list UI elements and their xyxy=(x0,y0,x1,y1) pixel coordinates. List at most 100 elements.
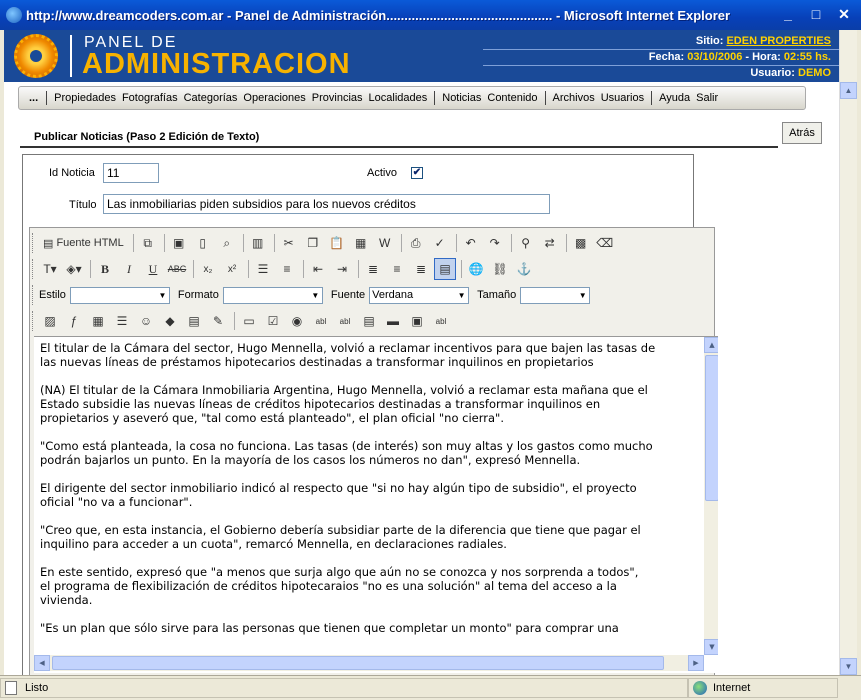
textarea-icon[interactable]: abl xyxy=(334,310,356,332)
logo-title: ADMINISTRACION xyxy=(82,48,351,80)
italic-icon[interactable]: I xyxy=(118,258,140,280)
scroll-up-icon[interactable]: ▲ xyxy=(704,337,718,353)
nav-item-localidades[interactable]: Localidades xyxy=(366,92,431,104)
indent-icon[interactable]: ⇥ xyxy=(331,258,353,280)
outdent-icon[interactable]: ⇤ xyxy=(307,258,329,280)
image-icon[interactable]: ▨ xyxy=(39,310,61,332)
subscript-icon[interactable]: x₂ xyxy=(197,258,219,280)
align-justify-icon[interactable]: ▤ xyxy=(434,258,456,280)
scroll-down-icon[interactable]: ▼ xyxy=(840,658,857,675)
radio-icon[interactable]: ◉ xyxy=(286,310,308,332)
form-icon[interactable]: ▭ xyxy=(238,310,260,332)
preview-icon[interactable]: ⧉ xyxy=(137,232,159,254)
scroll-thumb[interactable] xyxy=(705,355,718,501)
special-char-icon[interactable]: ◆ xyxy=(159,310,181,332)
formato-select[interactable]: ▼ xyxy=(222,286,323,304)
select-all-icon[interactable]: ▩ xyxy=(570,232,592,254)
paragraph: El titular de la Cámara del sector, Hugo… xyxy=(40,341,656,369)
editor-content[interactable]: El titular de la Cámara del sector, Hugo… xyxy=(34,336,718,673)
flash-icon[interactable]: ƒ xyxy=(63,310,85,332)
checkbox-icon[interactable]: ☑ xyxy=(262,310,284,332)
new-page-icon[interactable]: ▯ xyxy=(192,232,214,254)
superscript-icon[interactable]: x² xyxy=(221,258,243,280)
image-button-icon[interactable]: ▣ xyxy=(406,310,428,332)
smiley-icon[interactable]: ☺ xyxy=(135,310,157,332)
scroll-right-icon[interactable]: ▶ xyxy=(688,655,704,671)
back-button[interactable]: Atrás xyxy=(782,122,822,144)
source-html-button[interactable]: ▤ Fuente HTML xyxy=(39,232,128,254)
usuario-label: Usuario: xyxy=(750,67,795,79)
paste-text-icon[interactable]: ▦ xyxy=(350,232,372,254)
scroll-thumb[interactable] xyxy=(52,656,664,670)
main-nav: ... Propiedades Fotografías Categorías O… xyxy=(18,86,806,110)
redo-icon[interactable]: ↷ xyxy=(484,232,506,254)
print-icon[interactable]: ⎙ xyxy=(405,232,427,254)
text-color-icon[interactable]: T▾ xyxy=(39,258,61,280)
cut-icon[interactable]: ✂ xyxy=(278,232,300,254)
nav-item-fotografias[interactable]: Fotografías xyxy=(119,92,181,104)
sitio-link[interactable]: EDEN PROPERTIES xyxy=(726,35,831,47)
paste-icon[interactable]: 📋 xyxy=(326,232,348,254)
save-icon[interactable]: ▣ xyxy=(168,232,190,254)
nav-item-provincias[interactable]: Provincias xyxy=(309,92,366,104)
undo-icon[interactable]: ↶ xyxy=(460,232,482,254)
close-button[interactable]: ✕ xyxy=(833,4,855,25)
nav-item-operaciones[interactable]: Operaciones xyxy=(240,92,308,104)
align-right-icon[interactable]: ≣ xyxy=(410,258,432,280)
minimize-button[interactable]: _ xyxy=(777,4,799,25)
nav-item-salir[interactable]: Salir xyxy=(693,92,721,104)
underline-icon[interactable]: U xyxy=(142,258,164,280)
bold-icon[interactable]: B xyxy=(94,258,116,280)
universal-key-icon[interactable]: ✎ xyxy=(207,310,229,332)
titulo-field[interactable] xyxy=(103,194,550,214)
nav-item-propiedades[interactable]: Propiedades xyxy=(51,92,119,104)
print-preview-icon[interactable]: ⌕ xyxy=(216,232,238,254)
nav-item-archivos[interactable]: Archivos xyxy=(550,92,598,104)
find-icon[interactable]: ⚲ xyxy=(515,232,537,254)
estilo-select[interactable]: ▼ xyxy=(69,286,170,304)
id-field[interactable] xyxy=(103,163,159,183)
replace-icon[interactable]: ⇄ xyxy=(539,232,561,254)
editor-vertical-scrollbar[interactable]: ▲ ▼ xyxy=(704,337,718,655)
admin-header: PANEL DE ADMINISTRACION Sitio: EDEN PROP… xyxy=(4,30,839,82)
spellcheck-icon[interactable]: ✓ xyxy=(429,232,451,254)
paste-word-icon[interactable]: W xyxy=(374,232,396,254)
copy-icon[interactable]: ❐ xyxy=(302,232,324,254)
editor-horizontal-scrollbar[interactable]: ◀ ▶ xyxy=(34,655,704,671)
bulleted-list-icon[interactable]: ≡ xyxy=(276,258,298,280)
numbered-list-icon[interactable]: ☰ xyxy=(252,258,274,280)
remove-format-icon[interactable]: ⌫ xyxy=(594,232,616,254)
fuente-select[interactable]: Verdana ▼ xyxy=(369,286,470,304)
align-left-icon[interactable]: ≣ xyxy=(362,258,384,280)
nav-more[interactable]: ... xyxy=(25,92,42,104)
nav-item-usuarios[interactable]: Usuarios xyxy=(598,92,647,104)
nav-item-noticias[interactable]: Noticias xyxy=(439,92,484,104)
scroll-up-icon[interactable]: ▲ xyxy=(840,82,857,99)
anchor-icon[interactable]: ⚓ xyxy=(513,258,535,280)
table-icon[interactable]: ▦ xyxy=(87,310,109,332)
tamano-select[interactable]: ▼ xyxy=(520,286,591,304)
page-break-icon[interactable]: ▤ xyxy=(183,310,205,332)
select-field-icon[interactable]: ▤ xyxy=(358,310,380,332)
estilo-label: Estilo xyxy=(39,289,66,301)
nav-item-ayuda[interactable]: Ayuda xyxy=(656,92,693,104)
maximize-button[interactable]: □ xyxy=(805,4,827,25)
textfield-icon[interactable]: abl xyxy=(310,310,332,332)
activo-checkbox[interactable]: ✔ xyxy=(411,167,423,179)
link-icon[interactable]: 🌐 xyxy=(465,258,487,280)
bg-color-icon[interactable]: ◈▾ xyxy=(63,258,85,280)
unlink-icon[interactable]: ⛓ xyxy=(489,258,511,280)
templates-icon[interactable]: ▥ xyxy=(247,232,269,254)
strikethrough-icon[interactable]: ABC xyxy=(166,258,188,280)
nav-item-categorias[interactable]: Categorías xyxy=(181,92,241,104)
hidden-field-icon[interactable]: abl xyxy=(430,310,452,332)
button-field-icon[interactable]: ▬ xyxy=(382,310,404,332)
page-vertical-scrollbar[interactable]: ▲ ▼ xyxy=(839,30,857,675)
source-label: Fuente HTML xyxy=(56,237,124,249)
logo-divider xyxy=(70,35,72,77)
horizontal-rule-icon[interactable]: ☰ xyxy=(111,310,133,332)
nav-item-contenido[interactable]: Contenido xyxy=(484,92,540,104)
scroll-down-icon[interactable]: ▼ xyxy=(704,639,718,655)
scroll-left-icon[interactable]: ◀ xyxy=(34,655,50,671)
align-center-icon[interactable]: ≡ xyxy=(386,258,408,280)
